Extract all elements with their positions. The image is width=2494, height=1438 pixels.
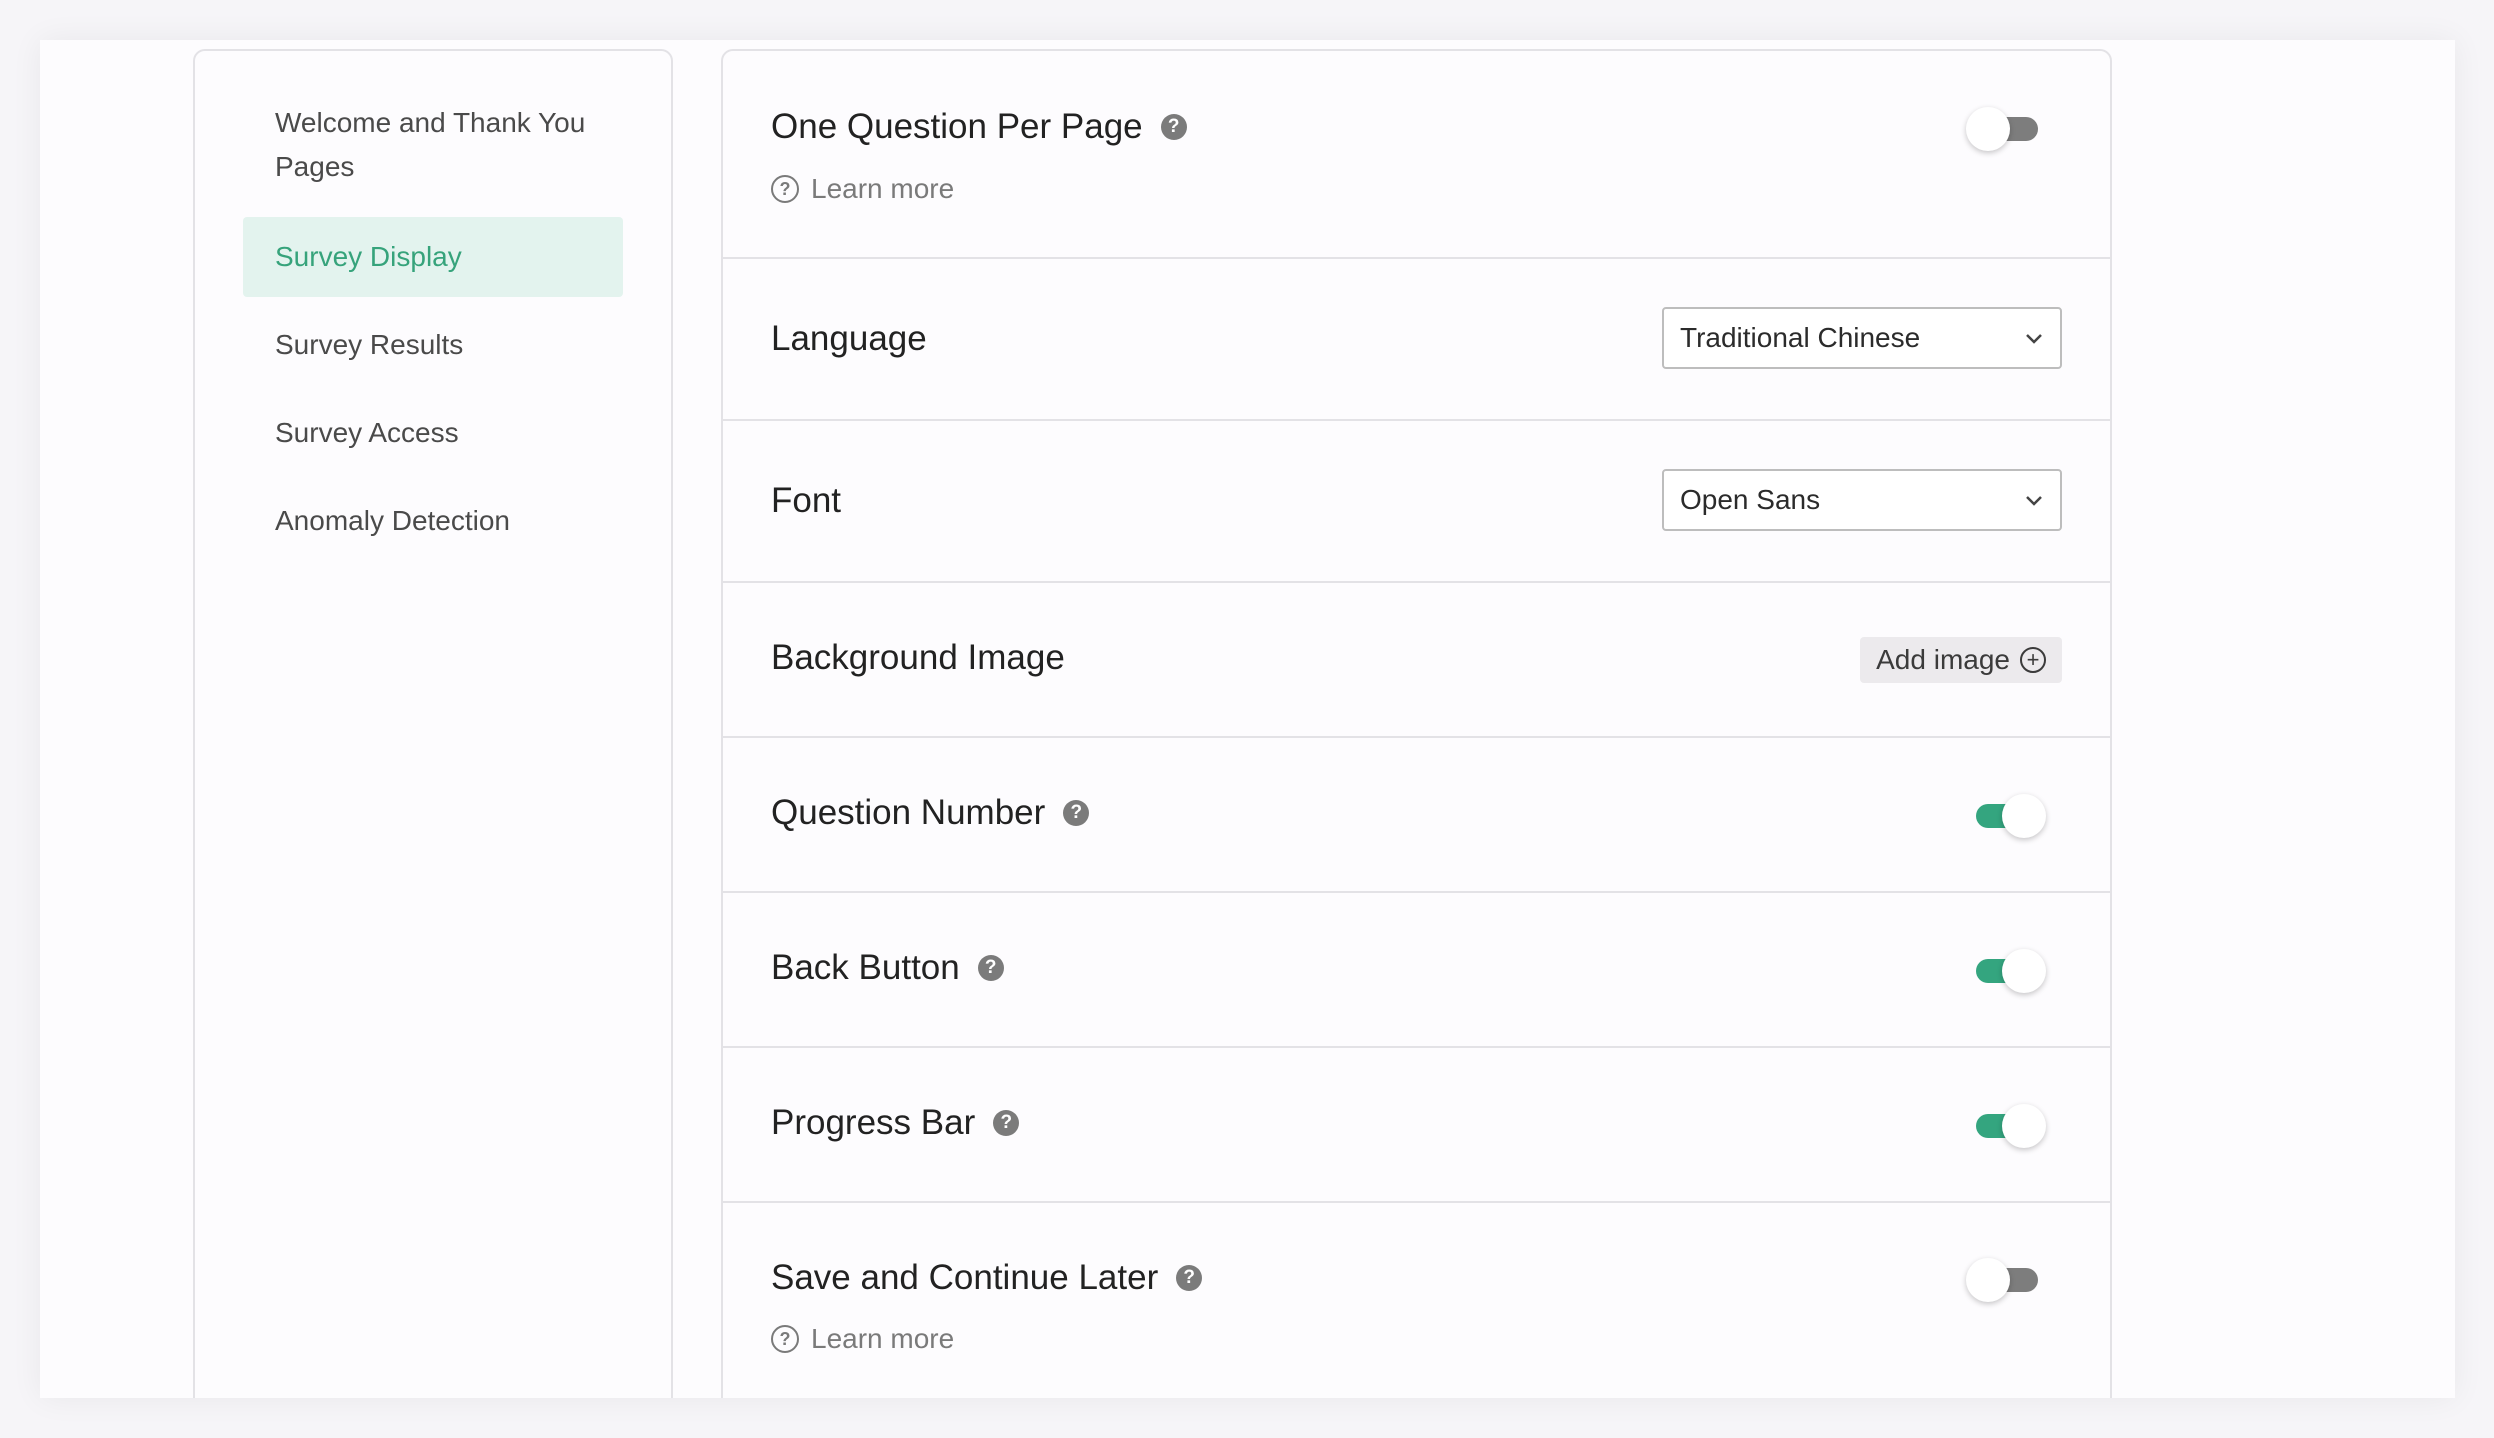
setting-row-one-question-per-page: One Question Per Page ? ? Learn more [723,51,2110,259]
sidebar-item-label: Anomaly Detection [275,505,511,536]
toggle-knob [2002,949,2046,993]
setting-label: Question Number [771,793,1046,832]
font-select[interactable]: Open Sans [1662,469,2062,531]
sidebar-item-label: Survey Access [275,417,459,448]
learn-more-label: Learn more [811,173,955,204]
one-question-per-page-toggle[interactable] [1966,107,2046,151]
sidebar-item-label: Welcome and Thank You Pages [275,107,586,182]
language-select-value: Traditional Chinese [1680,322,1921,353]
progress-bar-toggle[interactable] [1966,1104,2046,1148]
help-icon[interactable]: ? [1160,114,1187,140]
help-icon[interactable]: ? [1176,1265,1203,1291]
chevron-down-icon [2026,496,2042,506]
sidebar-item-survey-results[interactable]: Survey Results [243,305,623,385]
help-icon[interactable]: ? [1063,800,1090,826]
back-button-toggle[interactable] [1966,949,2046,993]
sidebar-item-anomaly-detection[interactable]: Anomaly Detection [243,481,623,561]
question-circle-icon: ? [771,1325,799,1353]
question-circle-icon: ? [771,175,799,203]
setting-title: Save and Continue Later ? [771,1258,1203,1298]
language-select[interactable]: Traditional Chinese [1662,307,2062,369]
survey-display-settings: One Question Per Page ? ? Learn more Lan… [721,49,2112,1398]
setting-label: Save and Continue Later [771,1258,1159,1297]
setting-title: Background Image [771,638,1065,678]
setting-title: Question Number ? [771,793,1090,833]
setting-title: Font [771,481,841,521]
toggle-knob [1966,1258,2010,1302]
toggle-knob [1966,107,2010,151]
sidebar-item-welcome-pages[interactable]: Welcome and Thank You Pages [243,101,623,209]
setting-title: Back Button ? [771,948,1004,988]
sidebar-item-label: Survey Results [275,329,464,360]
setting-title: Language [771,319,927,359]
setting-label: Progress Bar [771,1103,976,1142]
question-number-toggle[interactable] [1966,794,2046,838]
setting-row-font: Font Open Sans [723,421,2110,583]
setting-row-progress-bar: Progress Bar ? [723,1048,2110,1203]
setting-title: One Question Per Page ? [771,107,1187,147]
chevron-down-icon [2026,334,2042,344]
toggle-knob [2002,1104,2046,1148]
setting-label: One Question Per Page [771,107,1143,146]
learn-more-link[interactable]: ? Learn more [771,173,954,205]
help-icon[interactable]: ? [993,1110,1020,1136]
setting-title: Progress Bar ? [771,1103,1020,1143]
help-icon[interactable]: ? [977,955,1004,981]
add-image-label: Add image [1876,644,2010,675]
learn-more-link[interactable]: ? Learn more [771,1323,954,1355]
learn-more-label: Learn more [811,1323,955,1354]
toggle-knob [2002,794,2046,838]
sidebar-item-survey-access[interactable]: Survey Access [243,393,623,473]
setting-row-question-number: Question Number ? [723,738,2110,893]
setting-label: Background Image [771,638,1065,677]
font-select-value: Open Sans [1680,484,1821,515]
save-and-continue-toggle[interactable] [1966,1258,2046,1302]
plus-circle-icon: + [2020,647,2046,673]
settings-sidebar: Welcome and Thank You Pages Survey Displ… [193,49,673,1398]
setting-label: Back Button [771,948,960,987]
setting-row-language: Language Traditional Chinese [723,259,2110,421]
app-frame: Welcome and Thank You Pages Survey Displ… [40,40,2455,1398]
sidebar-item-survey-display[interactable]: Survey Display [243,217,623,297]
add-image-button[interactable]: Add image + [1860,637,2062,683]
setting-label: Language [771,319,927,358]
setting-row-background-image: Background Image Add image + [723,583,2110,738]
setting-row-save-and-continue: Save and Continue Later ? ? Learn more [723,1203,2110,1398]
setting-row-back-button: Back Button ? [723,893,2110,1048]
sidebar-item-label: Survey Display [275,241,462,272]
setting-label: Font [771,481,842,520]
